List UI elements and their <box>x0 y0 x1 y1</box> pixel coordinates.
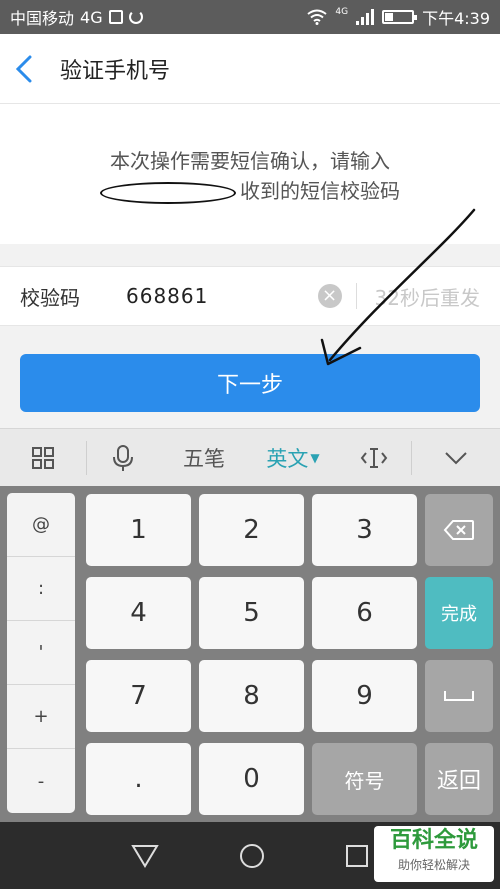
next-button[interactable]: 下一步 <box>20 354 480 412</box>
page-title: 验证手机号 <box>60 58 171 84</box>
network-type-small: 4G <box>335 7 349 17</box>
clock: 下午4:39 <box>422 9 490 28</box>
resend-countdown: 32秒后重发 <box>374 285 480 310</box>
symbol-key-plus[interactable]: + <box>7 685 75 749</box>
english-input-option[interactable]: 英文 ▼ <box>249 429 337 487</box>
key-8[interactable]: 8 <box>199 660 304 732</box>
sms-notice: 本次操作需要短信确认，请输入 收到的短信校验码 <box>0 104 500 244</box>
status-bar: 中国移动 4G 4G 下午4:39 <box>0 0 500 34</box>
symbol-column: @ : ' + - <box>7 493 75 813</box>
ime-toolbar: 五笔 英文 ▼ <box>0 428 500 486</box>
numeric-keyboard: @ : ' + - 1 2 3 4 5 6 完成 7 8 9 . 0 符号 返回 <box>0 486 500 822</box>
key-3[interactable]: 3 <box>312 494 417 566</box>
square-recent-icon[interactable] <box>345 844 369 868</box>
battery-icon <box>382 10 418 24</box>
chevron-left-icon[interactable] <box>0 34 48 104</box>
caret-down-icon: ▼ <box>310 450 320 465</box>
english-label: 英文 <box>266 446 309 471</box>
code-input[interactable]: 668861 <box>126 284 318 308</box>
done-key[interactable]: 完成 <box>425 577 493 649</box>
key-9[interactable]: 9 <box>312 660 417 732</box>
key-1[interactable]: 1 <box>86 494 191 566</box>
backspace-icon <box>443 520 474 540</box>
watermark-logo: 百科全说 助你轻松解决 <box>374 826 494 882</box>
space-bar-icon <box>444 691 474 701</box>
network-type: 4G <box>80 7 103 27</box>
gallery-icon <box>108 10 123 24</box>
key-7[interactable]: 7 <box>86 660 191 732</box>
symbol-key-at[interactable]: @ <box>7 493 75 557</box>
clear-circle-icon[interactable]: × <box>317 284 342 308</box>
notice-line-1: 本次操作需要短信确认，请输入 <box>110 149 390 173</box>
chevron-down-icon[interactable] <box>412 429 500 487</box>
watermark-subtitle: 助你轻松解决 <box>397 858 470 872</box>
symbol-key-apostrophe[interactable]: ' <box>7 621 75 685</box>
sync-icon <box>128 10 143 24</box>
code-label: 校验码 <box>20 285 80 310</box>
text-cursor-icon[interactable] <box>337 429 411 487</box>
key-4[interactable]: 4 <box>86 577 191 649</box>
notice-line-2: 收到的短信校验码 <box>0 176 500 206</box>
backspace-key[interactable] <box>425 494 493 566</box>
key-0[interactable]: 0 <box>199 743 304 815</box>
key-dot[interactable]: . <box>86 743 191 815</box>
key-5[interactable]: 5 <box>199 577 304 649</box>
navigation-bar: 验证手机号 <box>0 34 500 104</box>
key-6[interactable]: 6 <box>312 577 417 649</box>
microphone-icon[interactable] <box>87 429 159 487</box>
wubi-input-option[interactable]: 五笔 <box>159 429 249 487</box>
signal-icon <box>356 9 375 25</box>
key-2[interactable]: 2 <box>199 494 304 566</box>
redacted-phone-number <box>100 181 236 204</box>
space-key[interactable] <box>425 660 493 732</box>
wifi-icon <box>307 9 327 25</box>
watermark-title: 百科全说 <box>389 828 478 853</box>
notice-line-2-text: 收到的短信校验码 <box>240 179 400 203</box>
symbol-key-minus[interactable]: - <box>7 749 75 813</box>
verification-code-row: 校验码 668861 × 32秒后重发 <box>0 266 500 326</box>
grid-icon[interactable] <box>0 429 86 487</box>
divider <box>355 283 357 309</box>
circle-home-icon[interactable] <box>239 843 265 869</box>
symbols-key[interactable]: 符号 <box>312 743 417 815</box>
symbol-key-colon[interactable]: : <box>7 557 75 621</box>
carrier-name: 中国移动 <box>10 9 75 28</box>
return-key[interactable]: 返回 <box>425 743 493 815</box>
triangle-back-icon[interactable] <box>131 844 159 868</box>
